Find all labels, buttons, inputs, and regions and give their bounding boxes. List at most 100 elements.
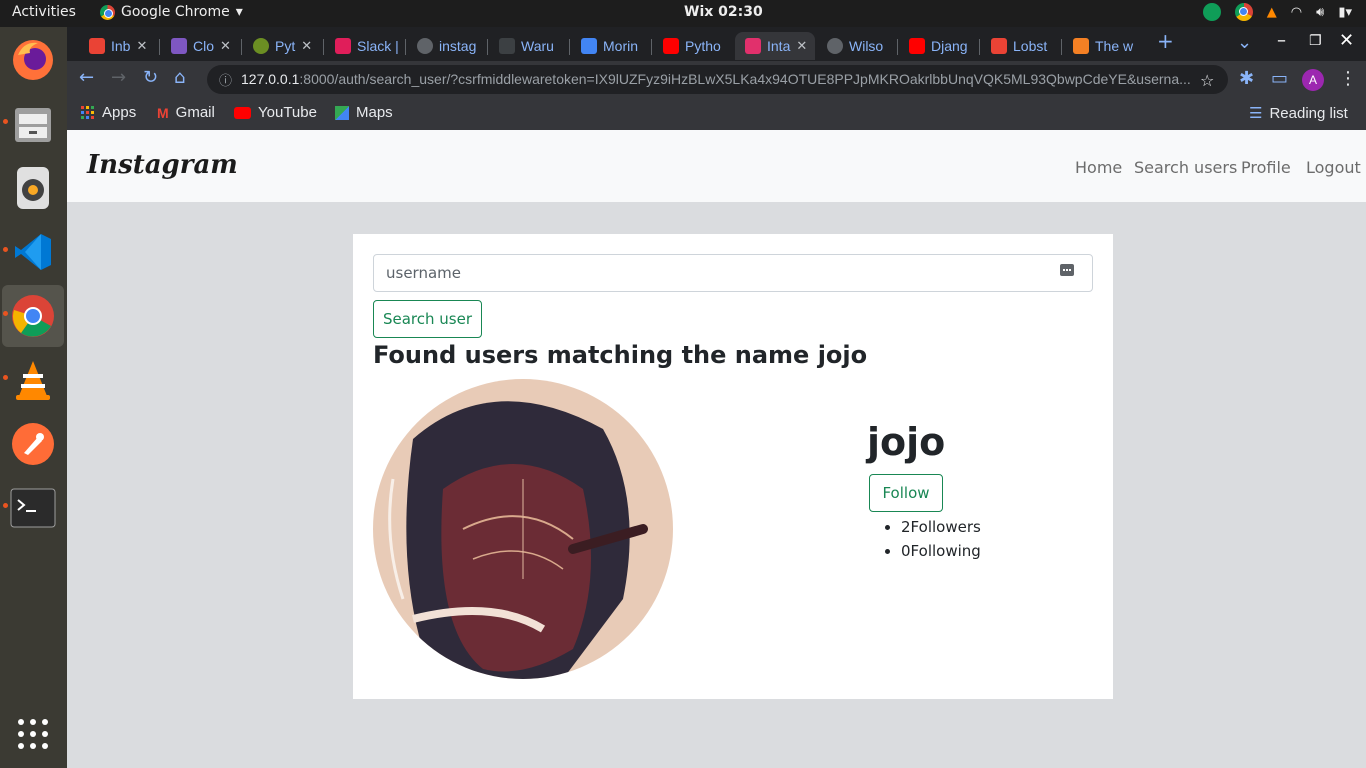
terminal-icon <box>10 488 56 528</box>
result-username[interactable]: jojo <box>867 420 945 464</box>
page-icon <box>499 38 515 54</box>
back-button[interactable]: ← <box>79 68 94 88</box>
forward-button[interactable]: → <box>111 68 126 88</box>
nav-profile[interactable]: Profile <box>1241 158 1291 177</box>
tab-calendar[interactable]: Morin <box>571 32 649 60</box>
github-icon <box>417 38 433 54</box>
user-avatar[interactable] <box>373 379 673 679</box>
tab-waru[interactable]: Waru <box>489 32 567 60</box>
close-window-button[interactable]: ✕ <box>1339 31 1354 51</box>
keyboard-icon[interactable] <box>1060 264 1074 276</box>
activities-button[interactable]: Activities <box>12 4 76 20</box>
lobster-icon <box>991 38 1007 54</box>
home-button[interactable]: ⌂ <box>174 68 185 88</box>
battery-icon[interactable]: ▮▾ <box>1338 5 1352 20</box>
reading-list-button[interactable]: ☰ Reading list <box>1249 104 1348 123</box>
app-menu-label: Google Chrome <box>121 4 230 20</box>
bookmark-star-icon[interactable]: ☆ <box>1200 71 1214 91</box>
stackoverflow-icon <box>1073 38 1089 54</box>
new-tab-button[interactable]: + <box>1157 31 1174 51</box>
system-tray[interactable]: ▲ ◠ 🔊︎ ▮▾ <box>1202 3 1352 21</box>
tab-lobsters[interactable]: Lobst <box>981 32 1059 60</box>
extensions-icon[interactable]: ✱ <box>1239 69 1254 89</box>
file-cabinet-icon <box>15 108 51 142</box>
tab-search-icon[interactable]: ⌄ <box>1237 33 1252 53</box>
profile-avatar[interactable]: A <box>1302 69 1324 91</box>
web-page: Instagram Home Search users Profile Logo… <box>67 130 1366 768</box>
vlc-tray-icon[interactable]: ▲ <box>1267 5 1277 20</box>
url-host: 127.0.0.1 <box>241 71 300 87</box>
dock-postman[interactable] <box>2 413 64 475</box>
hangouts-icon[interactable] <box>1202 3 1221 21</box>
python-icon <box>253 38 269 54</box>
maximize-button[interactable]: ❐ <box>1309 31 1322 51</box>
following-count: 0Following <box>901 539 981 563</box>
close-icon[interactable]: ✕ <box>220 38 231 54</box>
dock-rhythmbox[interactable] <box>2 157 64 219</box>
wifi-icon[interactable]: ◠ <box>1291 5 1302 20</box>
tab-github-wilson[interactable]: Wilso <box>817 32 895 60</box>
instagram-icon <box>745 38 761 54</box>
follow-button[interactable]: Follow <box>869 474 943 512</box>
search-button[interactable]: Search user <box>373 300 482 338</box>
close-icon[interactable]: ✕ <box>796 38 807 54</box>
close-icon[interactable]: ✕ <box>301 38 312 54</box>
search-card: Search user Found users matching the nam… <box>353 234 1113 699</box>
youtube-icon <box>909 38 925 54</box>
browser-toolbar: ← → ↻ ⌂ ⓘ 127.0.0.1:8000/auth/search_use… <box>67 61 1366 98</box>
dock-vscode[interactable] <box>2 221 64 283</box>
cast-icon[interactable]: ▭ <box>1271 69 1288 89</box>
youtube-icon <box>234 106 251 119</box>
bookmark-youtube[interactable]: YouTube <box>234 104 317 121</box>
nav-home[interactable]: Home <box>1075 158 1122 177</box>
search-input[interactable] <box>373 254 1093 292</box>
cloud-icon <box>171 38 187 54</box>
tab-instagram-active[interactable]: Inta ✕ <box>735 32 815 60</box>
chevron-down-icon: ▾ <box>235 4 243 20</box>
dock-files[interactable] <box>2 93 64 155</box>
show-applications-button[interactable] <box>2 703 64 765</box>
close-icon[interactable]: ✕ <box>136 38 147 54</box>
tab-gmail[interactable]: Inb ✕ <box>79 32 157 60</box>
more-menu-icon[interactable]: ⋮ <box>1339 69 1357 89</box>
app-menu[interactable]: Google Chrome ▾ <box>100 4 243 20</box>
bookmark-gmail[interactable]: M Gmail <box>157 104 215 121</box>
volume-icon[interactable]: 🔊︎ <box>1316 5 1324 20</box>
dock <box>0 27 67 768</box>
tab-github-instagram[interactable]: instag <box>407 32 485 60</box>
system-top-bar: Activities Google Chrome ▾ Wix 02:30 ▲ ◠… <box>0 0 1366 27</box>
brand-logo[interactable]: Instagram <box>87 150 238 180</box>
dock-firefox[interactable] <box>2 29 64 91</box>
gmail-icon <box>89 38 105 54</box>
tab-youtube-python[interactable]: Pytho <box>653 32 731 60</box>
tab-python-anywhere[interactable]: Pyt ✕ <box>243 32 321 60</box>
address-bar[interactable]: ⓘ 127.0.0.1:8000/auth/search_user/?csrfm… <box>207 65 1228 94</box>
tab-strip: Inb ✕ Clo ✕ Pyt ✕ Slack | instag Waru Morin… <box>67 27 1366 61</box>
nav-search-users[interactable]: Search users <box>1134 158 1237 177</box>
dock-terminal[interactable] <box>2 477 64 539</box>
bookmark-apps[interactable]: Apps <box>81 104 136 121</box>
dock-vlc[interactable] <box>2 349 64 411</box>
minimize-button[interactable]: – <box>1277 31 1286 51</box>
reload-button[interactable]: ↻ <box>143 68 158 88</box>
calendar-icon <box>581 38 597 54</box>
dock-chrome[interactable] <box>2 285 64 347</box>
url-path: :8000/auth/search_user/?csrfmiddlewareto… <box>299 71 1191 87</box>
tab-youtube-django[interactable]: Djang <box>899 32 977 60</box>
nav-logout[interactable]: Logout <box>1306 158 1361 177</box>
tab-slack[interactable]: Slack | <box>325 32 403 60</box>
apps-grid-icon <box>81 105 94 119</box>
youtube-icon <box>663 38 679 54</box>
followers-count: 2Followers <box>901 515 981 539</box>
bookmark-maps[interactable]: Maps <box>335 104 393 121</box>
info-icon[interactable]: ⓘ <box>219 70 232 89</box>
tab-stackoverflow[interactable]: The w <box>1063 32 1141 60</box>
chrome-tray-icon[interactable] <box>1234 3 1253 21</box>
app-grid-icon <box>18 719 48 749</box>
firefox-icon <box>13 40 53 80</box>
bookmarks-bar: Apps M Gmail YouTube Maps ☰ Reading list <box>67 98 1366 130</box>
tab-cloud[interactable]: Clo ✕ <box>161 32 239 60</box>
avatar-image <box>373 379 673 679</box>
clock[interactable]: Wix 02:30 <box>684 4 763 20</box>
reading-list-icon: ☰ <box>1249 105 1263 122</box>
